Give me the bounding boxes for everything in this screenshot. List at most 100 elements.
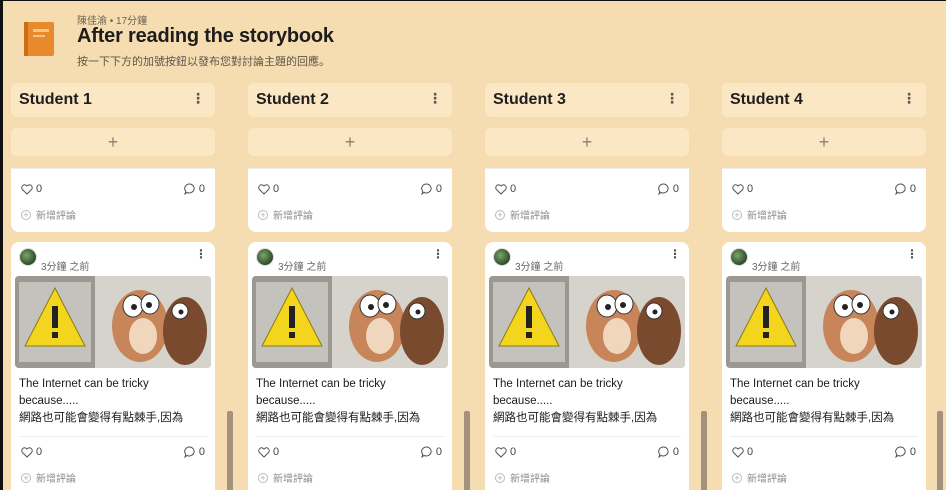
like-button[interactable]: 0 bbox=[21, 446, 42, 458]
avatar bbox=[256, 248, 274, 266]
post-time: 3分鐘 之前 bbox=[752, 262, 801, 273]
add-comment-label: 新增評論 bbox=[747, 211, 787, 222]
plus-circle-icon: + bbox=[258, 209, 268, 220]
post-text-line: 網路也可能會變得有點棘手,因為 bbox=[730, 412, 895, 424]
page-subtitle: 按一下下方的加號按鈕以發布您對討論主題的回應。 bbox=[77, 56, 330, 68]
comment-count-button[interactable]: 0 bbox=[421, 183, 442, 195]
comment-icon bbox=[184, 183, 195, 195]
like-count: 0 bbox=[36, 446, 43, 458]
add-comment-button[interactable]: + 新增評論 bbox=[732, 470, 787, 485]
add-comment-label: 新增評論 bbox=[36, 211, 76, 222]
add-post-button[interactable]: + bbox=[11, 128, 215, 156]
post-card-stub: 0 0 + 新增評論 bbox=[485, 168, 689, 232]
column-title: Student 2 bbox=[256, 91, 329, 108]
avatar bbox=[493, 248, 511, 266]
avatar bbox=[730, 248, 748, 266]
story-illustration[interactable] bbox=[726, 276, 922, 368]
comment-count: 0 bbox=[198, 446, 205, 458]
column-scrollbar[interactable] bbox=[701, 411, 707, 490]
post-text-line: 網路也可能會變得有點棘手,因為 bbox=[19, 412, 184, 424]
post-text: The Internet can be tricky because..... … bbox=[19, 376, 207, 427]
column-menu-icon[interactable]: ⋮ bbox=[191, 91, 205, 105]
book-icon bbox=[24, 22, 54, 56]
column-student-1: Student 1 ⋮ + 0 0 + 新增評論 3分鐘 之前 ⋮ The In… bbox=[11, 83, 215, 490]
like-button[interactable]: 0 bbox=[732, 446, 753, 458]
post-menu-icon[interactable]: ⋮ bbox=[195, 248, 207, 260]
comment-count-button[interactable]: 0 bbox=[184, 183, 205, 195]
column-menu-icon[interactable]: ⋮ bbox=[665, 91, 679, 105]
like-count: 0 bbox=[510, 446, 517, 458]
post-text: The Internet can be tricky because..... … bbox=[493, 376, 681, 427]
column-scrollbar[interactable] bbox=[464, 411, 470, 490]
add-comment-label: 新增評論 bbox=[510, 474, 550, 485]
like-button[interactable]: 0 bbox=[495, 183, 516, 195]
column-menu-icon[interactable]: ⋮ bbox=[428, 91, 442, 105]
post-card[interactable]: 3分鐘 之前 ⋮ The Internet can be tricky beca… bbox=[248, 242, 452, 490]
post-text: The Internet can be tricky because..... … bbox=[256, 376, 444, 427]
column-header: Student 1 ⋮ bbox=[11, 83, 215, 117]
divider bbox=[256, 436, 444, 437]
like-button[interactable]: 0 bbox=[732, 183, 753, 195]
add-comment-button[interactable]: + 新增評論 bbox=[495, 470, 550, 485]
like-button[interactable]: 0 bbox=[258, 183, 279, 195]
comment-count-button[interactable]: 0 bbox=[658, 446, 679, 458]
comment-count: 0 bbox=[909, 446, 916, 458]
story-illustration[interactable] bbox=[489, 276, 685, 368]
column-title: Student 1 bbox=[19, 91, 92, 108]
add-comment-button[interactable]: + 新增評論 bbox=[732, 207, 787, 222]
comment-count: 0 bbox=[672, 446, 679, 458]
comment-icon bbox=[421, 446, 432, 458]
plus-circle-icon: + bbox=[732, 209, 742, 220]
comment-count-button[interactable]: 0 bbox=[895, 183, 916, 195]
add-comment-label: 新增評論 bbox=[510, 211, 550, 222]
column-header: Student 3 ⋮ bbox=[485, 83, 689, 117]
post-card[interactable]: 3分鐘 之前 ⋮ The Internet can be tricky beca… bbox=[485, 242, 689, 490]
post-time: 3分鐘 之前 bbox=[515, 262, 564, 273]
comment-count-button[interactable]: 0 bbox=[421, 446, 442, 458]
post-card[interactable]: 3分鐘 之前 ⋮ The Internet can be tricky beca… bbox=[722, 242, 926, 490]
comment-count-button[interactable]: 0 bbox=[658, 183, 679, 195]
add-post-button[interactable]: + bbox=[485, 128, 689, 156]
like-button[interactable]: 0 bbox=[258, 446, 279, 458]
plus-circle-icon: + bbox=[495, 209, 505, 220]
post-text-line: 網路也可能會變得有點棘手,因為 bbox=[256, 412, 421, 424]
post-time: 3分鐘 之前 bbox=[41, 262, 90, 273]
comment-icon bbox=[895, 183, 906, 195]
add-comment-button[interactable]: + 新增評論 bbox=[258, 207, 313, 222]
column-scrollbar[interactable] bbox=[937, 411, 943, 490]
column-scrollbar[interactable] bbox=[227, 411, 233, 490]
heart-icon bbox=[21, 446, 33, 458]
divider bbox=[19, 436, 207, 437]
like-count: 0 bbox=[273, 183, 280, 195]
add-comment-button[interactable]: + 新增評論 bbox=[258, 470, 313, 485]
post-text-line: The Internet can be tricky bbox=[256, 378, 386, 390]
add-comment-button[interactable]: + 新增評論 bbox=[495, 207, 550, 222]
comment-count-button[interactable]: 0 bbox=[895, 446, 916, 458]
comment-count-button[interactable]: 0 bbox=[184, 446, 205, 458]
column-menu-icon[interactable]: ⋮ bbox=[902, 91, 916, 105]
column-student-2: Student 2 ⋮ + 0 0 + 新增評論 3分鐘 之前 ⋮ The In… bbox=[248, 83, 452, 490]
comment-count: 0 bbox=[435, 446, 442, 458]
add-comment-button[interactable]: + 新增評論 bbox=[21, 207, 76, 222]
like-count: 0 bbox=[747, 446, 754, 458]
column-title: Student 4 bbox=[730, 91, 803, 108]
post-menu-icon[interactable]: ⋮ bbox=[432, 248, 444, 260]
add-comment-button[interactable]: + 新增評論 bbox=[21, 470, 76, 485]
post-card-stub: 0 0 + 新增評論 bbox=[248, 168, 452, 232]
board-header: 陳佳渝 • 17分鐘 After reading the storybook 按… bbox=[3, 1, 946, 79]
add-post-button[interactable]: + bbox=[722, 128, 926, 156]
post-card[interactable]: 3分鐘 之前 ⋮ The Internet can be tricky beca… bbox=[11, 242, 215, 490]
post-card-stub: 0 0 + 新增評論 bbox=[11, 168, 215, 232]
column-student-3: Student 3 ⋮ + 0 0 + 新增評論 3分鐘 之前 ⋮ The In… bbox=[485, 83, 689, 490]
story-illustration[interactable] bbox=[15, 276, 211, 368]
post-menu-icon[interactable]: ⋮ bbox=[669, 248, 681, 260]
story-illustration[interactable] bbox=[252, 276, 448, 368]
plus-circle-icon: + bbox=[495, 472, 505, 483]
post-menu-icon[interactable]: ⋮ bbox=[906, 248, 918, 260]
post-card-stub: 0 0 + 新增評論 bbox=[722, 168, 926, 232]
comment-icon bbox=[658, 446, 669, 458]
comment-icon bbox=[895, 446, 906, 458]
like-button[interactable]: 0 bbox=[495, 446, 516, 458]
add-post-button[interactable]: + bbox=[248, 128, 452, 156]
like-button[interactable]: 0 bbox=[21, 183, 42, 195]
